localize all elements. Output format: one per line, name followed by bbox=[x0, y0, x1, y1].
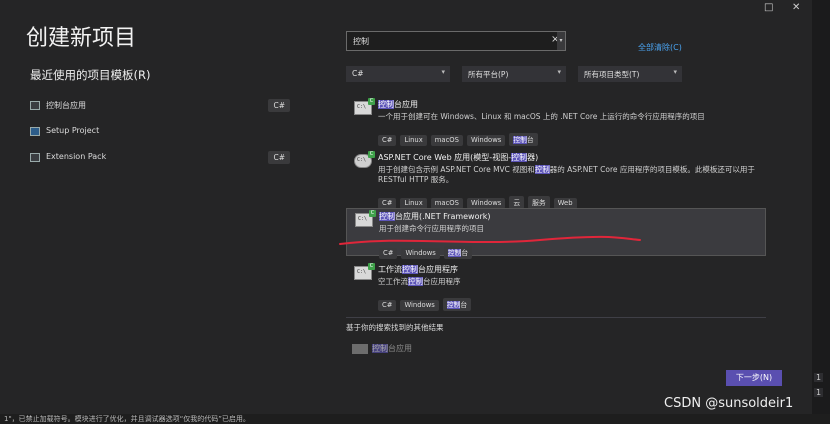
red-underline-annotation bbox=[339, 235, 641, 245]
